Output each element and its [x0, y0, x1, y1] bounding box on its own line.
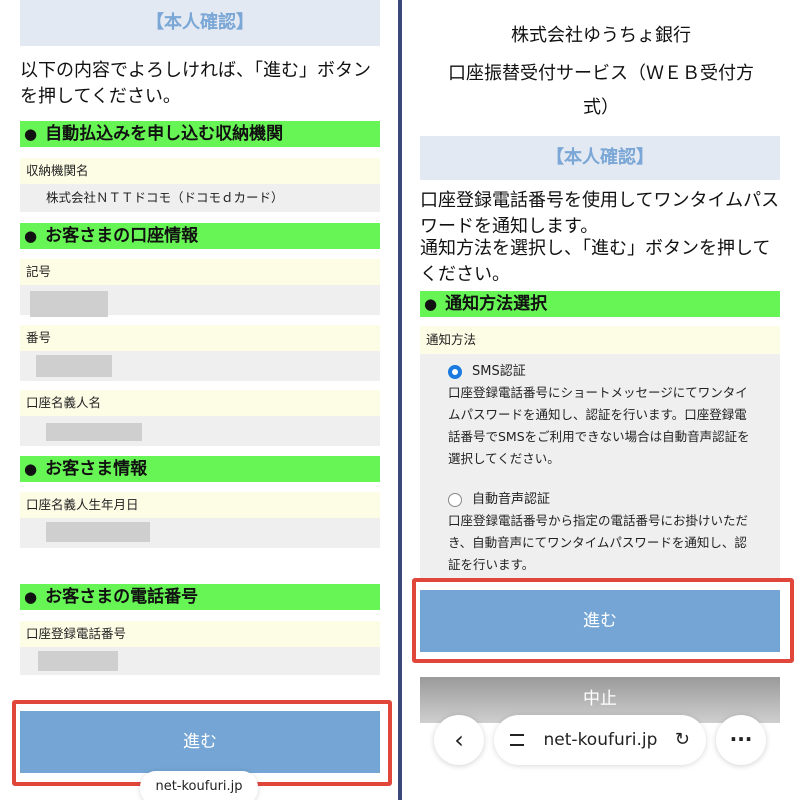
proceed-button[interactable]: 進む — [420, 590, 780, 652]
field-label-holder: 口座名義人名 — [20, 390, 380, 416]
method-options: SMS認証 口座登録電話番号にショートメッセージにてワンタイムパスワードを通知し… — [420, 354, 780, 582]
section-title: お客さまの電話番号 — [45, 587, 199, 607]
section-phone: ● お客さまの電話番号 — [20, 584, 380, 610]
proceed-button[interactable]: 進む — [20, 711, 380, 773]
left-screen: 【本人確認】 以下の内容でよろしければ、「進む」ボタンを押してください。 ● 自動… — [0, 0, 398, 800]
right-screen: 株式会社ゆうちょ銀行 口座振替受付サービス（ＷＥＢ受付方 式） 【本人確認】 口… — [402, 0, 800, 800]
section-title: 通知方法選択 — [445, 294, 548, 314]
bullet-icon: ● — [424, 295, 438, 313]
section-customer: ● お客さま情報 — [20, 456, 380, 482]
intro-text: 以下の内容でよろしければ、「進む」ボタンを押してください。 — [20, 60, 371, 107]
redacted-block — [38, 651, 118, 671]
reload-icon[interactable]: ↻ — [675, 729, 690, 750]
section-notification-method: ● 通知方法選択 — [420, 291, 780, 317]
bullet-icon: ● — [24, 227, 38, 245]
field-label-birthdate: 口座名義人生年月日 — [20, 492, 380, 518]
section-title: お客さま情報 — [45, 459, 148, 479]
bank-name: 株式会社ゆうちょ銀行 — [511, 25, 691, 46]
page-menu-icon[interactable] — [510, 734, 525, 746]
radio-unselected-icon[interactable] — [448, 492, 462, 507]
field-label-symbol: 記号 — [20, 259, 380, 285]
section-account: ● お客さまの口座情報 — [20, 223, 380, 249]
intro-text-1: 口座登録電話番号を使用してワンタイムパスワードを通知します。 — [420, 190, 780, 237]
chevron-left-icon: ‹ — [454, 726, 464, 754]
field-value-number — [20, 351, 380, 381]
option-sms[interactable]: SMS認証 — [448, 360, 768, 382]
option-voice[interactable]: 自動音声認証 — [448, 488, 768, 510]
radio-selected-icon[interactable] — [448, 364, 462, 379]
page-header: 【本人確認】 — [20, 0, 380, 46]
page-header: 【本人確認】 — [420, 136, 780, 180]
redacted-block — [46, 423, 142, 441]
method-label: 通知方法 — [420, 326, 780, 354]
field-label-institution: 収納機関名 — [20, 158, 380, 184]
field-value-birthdate — [20, 518, 380, 548]
service-title: 口座振替受付サービス（ＷＥＢ受付方 — [448, 63, 754, 84]
option-voice-description: 口座登録電話番号から指定の電話番号にお掛けいただき、自動音声にてワンタイムパスワ… — [448, 513, 749, 572]
intro-text-2: 通知方法を選択し、「進む」ボタンを押してください。 — [420, 238, 771, 285]
more-button[interactable]: ··· — [716, 715, 766, 765]
back-button[interactable]: ‹ — [434, 715, 484, 765]
field-label-phone: 口座登録電話番号 — [20, 621, 380, 647]
redacted-block — [46, 522, 150, 542]
field-value-symbol — [20, 285, 380, 317]
option-sms-label: SMS認証 — [471, 364, 526, 379]
section-title: 自動払込みを申し込む収納機関 — [45, 124, 284, 144]
field-value-holder — [20, 416, 380, 446]
redacted-block — [30, 291, 108, 317]
bullet-icon: ● — [24, 460, 38, 478]
address-bar[interactable]: net-koufuri.jp ↻ — [494, 715, 706, 765]
more-dots-icon: ··· — [729, 727, 753, 751]
url-pill[interactable]: net-koufuri.jp — [140, 771, 258, 800]
option-sms-description: 口座登録電話番号にショートメッセージにてワンタイムパスワードを通知し、認証を行い… — [448, 385, 750, 466]
redacted-block — [36, 355, 112, 377]
section-title: お客さまの口座情報 — [45, 226, 199, 246]
address-url: net-koufuri.jp — [543, 730, 658, 750]
option-voice-label: 自動音声認証 — [471, 492, 550, 507]
field-label-number: 番号 — [20, 325, 380, 351]
bullet-icon: ● — [24, 125, 38, 143]
section-institution: ● 自動払込みを申し込む収納機関 — [20, 121, 380, 147]
bullet-icon: ● — [24, 588, 38, 606]
service-title-cont: 式） — [583, 97, 619, 118]
field-value-institution: 株式会社ＮＴＴドコモ（ドコモｄカード） — [20, 184, 380, 212]
field-value-phone — [20, 647, 380, 675]
